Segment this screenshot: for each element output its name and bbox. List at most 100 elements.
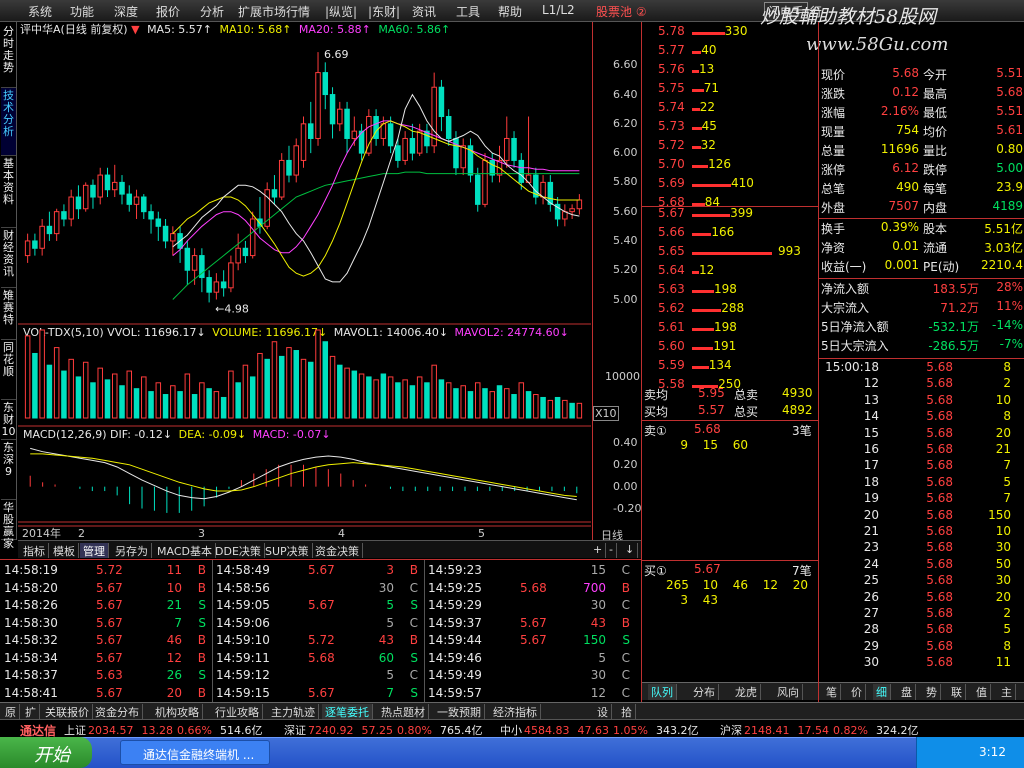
left-tab-2[interactable]: 基本资料 [1,156,16,228]
ask-row: 5.77 40 [642,43,818,61]
menu-item-4[interactable]: 分析 [200,3,224,20]
candle-body [569,208,575,213]
candle-body [373,116,379,139]
bottom-nav-7[interactable]: 逐笔委托 [322,704,373,720]
macd-tick: 0.00 [613,479,638,493]
menu-item-6[interactable]: |纵览| [325,3,357,20]
volume-bar [373,379,379,419]
tab-tool-2[interactable]: ↓ [622,543,639,558]
menu-item-7[interactable]: |东财| [368,3,400,20]
menu-item-11[interactable]: L1/L2 [542,3,575,17]
detail-nav-6[interactable]: 值 [973,684,991,700]
indicator-tab-0[interactable]: 指标 [20,543,49,558]
menu-item-2[interactable]: 深度 [114,3,138,20]
detail-nav-7[interactable]: 主 [998,684,1016,700]
ask-row: 5.76 13 [642,62,818,80]
candle-body [39,225,45,249]
left-tab-4[interactable]: 雉赛特 [1,288,16,340]
indicator-tab-6[interactable]: SUP决策 [262,543,313,558]
bottom-nav-6[interactable]: 主力轨迹 [268,704,319,720]
taskbar-app[interactable]: 通达信金融终端机 ... [120,740,270,765]
candle-body [402,137,408,161]
candle-body [395,145,401,161]
right-nav-0[interactable]: 队列 [648,684,677,700]
left-tab-8[interactable]: 华股赢家 [1,500,16,550]
volume-bar [75,376,82,419]
right-nav-1[interactable]: 分布 [690,684,719,700]
minute-tick-row: 17 5.68 7 [863,458,1011,473]
left-tab-5[interactable]: 同花顺 [1,340,16,400]
candle-body [68,196,74,220]
bottom-nav-11[interactable]: 设 [594,704,612,720]
indicator-tab-1[interactable]: 模板 [50,543,79,558]
menu-item-0[interactable]: 系统 [28,3,52,20]
buy-queue-order: 43 [702,593,718,607]
bottom-nav-10[interactable]: 经济指标 [490,704,541,720]
bottom-nav-3[interactable]: 资金分布 [92,704,143,720]
detail-nav-3[interactable]: 盘 [898,684,916,700]
trade-tick: 14:58:41 5.67 20 B [4,685,206,700]
candle-body [409,137,416,154]
quote-row: 涨停 6.12 跌停 5.00 [821,161,1023,177]
left-tab-7[interactable]: 东深9 [1,440,16,500]
tab-tool-1[interactable]: - [606,543,617,558]
bottom-nav-5[interactable]: 行业攻略 [212,704,263,720]
detail-nav-5[interactable]: 联 [948,684,966,700]
low-price-mark: ←4.98 [215,302,249,315]
detail-nav-1[interactable]: 价 [848,684,866,700]
ask-row: 5.75 71 [642,81,818,99]
bottom-nav-2[interactable]: 关联报价 [42,704,93,720]
index-item: 深证 7240.92 57.25 0.80% 765.4亿 [284,724,483,737]
index-bar: 通达信 上证 2034.57 13.28 0.66% 514.6亿 深证 7240.92 57.… [0,719,1024,738]
volume-bar [220,396,227,419]
indicator-tab-3[interactable]: 另存为 [112,543,152,558]
indicator-tab-7[interactable]: 资金决策 [312,543,363,558]
right-nav-3[interactable]: 风向 [774,684,803,700]
detail-nav-0[interactable]: 笔 [823,684,841,700]
volume-bar [293,350,299,419]
menu-item-5[interactable]: 扩展市场行情 [238,3,310,20]
indicator-tab-2[interactable]: 管理 [80,543,109,558]
stock-pool-menu[interactable]: 股票池 ② [596,3,647,20]
start-button[interactable]: 开始 [0,737,92,768]
tab-tool-0[interactable]: + [590,543,607,558]
candle-body [286,159,292,176]
kline-chart[interactable]: 6.69 ←4.98 评中华A(日线 前复权) ▼ MA5: 5.57↑ MA10:… [18,22,591,540]
bottom-nav-4[interactable]: 机构攻略 [152,704,203,720]
ask-row-bar [692,127,702,130]
right-nav-2[interactable]: 龙虎 [732,684,761,700]
trade-tick: 14:59:15 5.67 7 S [216,685,418,700]
volume-bar [344,367,350,419]
left-tab-1[interactable]: 技术分析 [1,88,16,156]
ask-row-bar [692,89,704,92]
quote-row: 总量 11696 量比 0.80 [821,142,1023,158]
left-tab-3[interactable]: 财经资讯 [1,228,16,288]
bottom-nav-12[interactable]: 拾 [618,704,636,720]
trade-tick: 14:58:30 5.67 7 S [4,615,206,630]
ask-row-qty: 13 [699,62,715,76]
detail-nav-2[interactable]: 细 [873,684,891,700]
flow-row: 5日大宗流入 -286.5万 -7% [821,337,1023,353]
menu-item-9[interactable]: 工具 [456,3,480,20]
ask-row-price: 5.77 [658,43,685,57]
volume-bar [474,382,481,419]
bottom-nav-0[interactable]: 原 [2,704,20,720]
bottom-nav-8[interactable]: 热点题材 [378,704,429,720]
menu-item-3[interactable]: 报价 [156,3,180,20]
bid-row-bar [692,328,714,331]
bid-row-bar [692,366,709,369]
indicator-tab-5[interactable]: DDE决策 [212,543,265,558]
bottom-nav-9[interactable]: 一致预期 [434,704,485,720]
candle-body [474,174,481,205]
menu-item-8[interactable]: 资讯 [412,3,436,20]
bottom-nav-1[interactable]: 扩 [22,704,40,720]
menu-item-1[interactable]: 功能 [70,3,94,20]
left-tab-0[interactable]: 分时走势 [1,24,16,88]
ask-row-price: 5.76 [658,62,685,76]
indicator-tab-4[interactable]: MACD基本 [154,543,216,558]
volume-bar [409,385,416,419]
menu-item-10[interactable]: 帮助 [498,3,522,20]
macd-tick: 0.40 [613,435,638,449]
left-tab-6[interactable]: 东财10 [1,400,16,440]
detail-nav-4[interactable]: 势 [923,684,941,700]
